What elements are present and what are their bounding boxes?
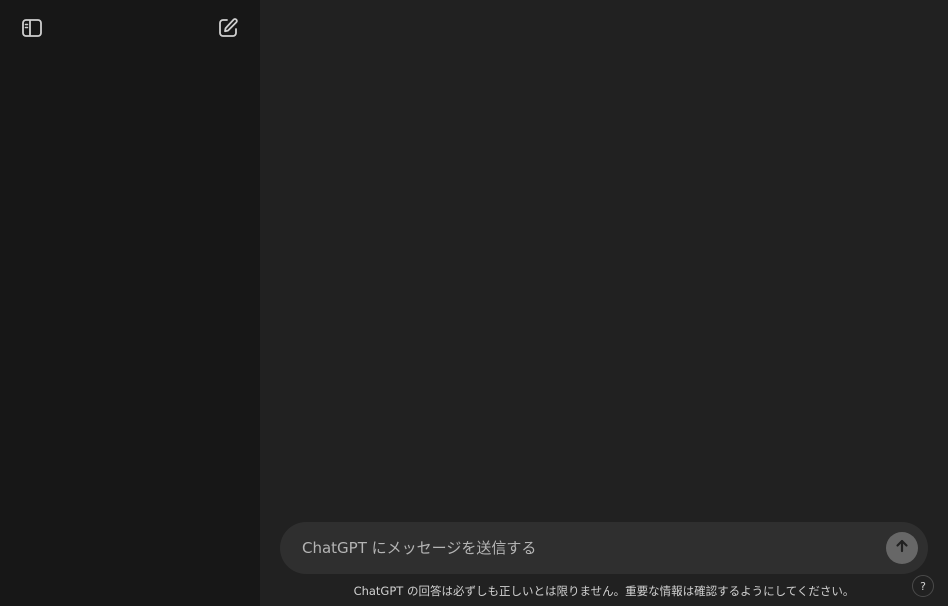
disclaimer-text: ChatGPT の回答は必ずしも正しいとは限りません。重要な情報は確認するように… [353, 584, 855, 598]
chat-main: ChatGPT の回答は必ずしも正しいとは限りません。重要な情報は確認するように… [260, 0, 948, 606]
new-chat-icon [216, 16, 240, 40]
help-button[interactable]: ? [912, 575, 934, 597]
sidebar-header [0, 0, 260, 56]
composer [280, 522, 928, 574]
sidebar [0, 0, 260, 606]
arrow-up-icon [893, 537, 911, 559]
new-chat-button[interactable] [212, 12, 244, 44]
send-button[interactable] [886, 532, 918, 564]
app-window: ChatGPT の回答は必ずしも正しいとは限りません。重要な情報は確認するように… [0, 0, 948, 606]
sidebar-toggle-icon [20, 16, 44, 40]
sidebar-toggle-button[interactable] [16, 12, 48, 44]
message-input[interactable] [302, 530, 886, 566]
